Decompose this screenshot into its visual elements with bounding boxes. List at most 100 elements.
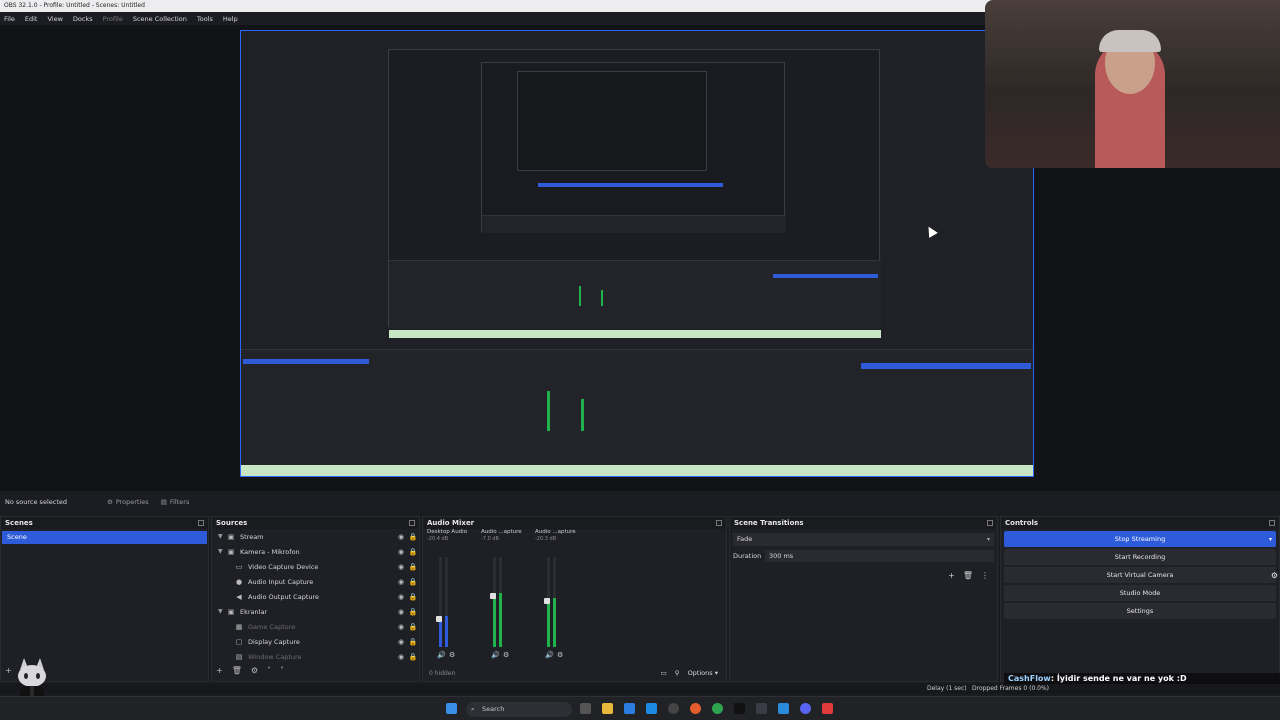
lock-icon[interactable]: 🔒 bbox=[407, 563, 419, 571]
visibility-eye-icon[interactable]: ◉ bbox=[395, 578, 407, 586]
obs-icon[interactable] bbox=[668, 703, 679, 714]
visibility-eye-icon[interactable]: ◉ bbox=[395, 653, 407, 661]
speaker-icon[interactable]: 🔊 bbox=[491, 651, 500, 659]
layout-icon[interactable]: ▭ bbox=[661, 669, 667, 677]
discord-icon[interactable] bbox=[800, 703, 811, 714]
source-row[interactable]: ▼ ▣ Stream ◉ 🔒 bbox=[212, 529, 419, 544]
calculator-icon[interactable] bbox=[624, 703, 635, 714]
visibility-eye-icon[interactable]: ◉ bbox=[395, 563, 407, 571]
volume-fader[interactable] bbox=[490, 593, 496, 599]
menu-docks[interactable]: Docks bbox=[73, 15, 93, 23]
lock-icon[interactable]: 🔒 bbox=[407, 578, 419, 586]
task-view-icon[interactable] bbox=[580, 703, 591, 714]
source-row[interactable]: ▦ Game Capture ◉ 🔒 bbox=[212, 619, 419, 634]
undock-icon[interactable] bbox=[987, 520, 993, 526]
undock-icon[interactable] bbox=[1269, 520, 1275, 526]
volume-fader[interactable] bbox=[544, 597, 550, 604]
menu-edit[interactable]: Edit bbox=[25, 15, 38, 23]
preview-canvas[interactable] bbox=[240, 30, 1034, 477]
menu-view[interactable]: View bbox=[47, 15, 62, 23]
properties-button[interactable]: ⚙ Properties bbox=[107, 498, 149, 506]
gear-icon[interactable]: ⚙ bbox=[1271, 571, 1278, 580]
source-row[interactable]: ● Audio Input Capture ◉ 🔒 bbox=[212, 574, 419, 589]
app-icon[interactable] bbox=[756, 703, 767, 714]
mixer-channel-name[interactable]: Desktop Audio bbox=[427, 529, 481, 535]
windows-start-icon[interactable] bbox=[446, 703, 457, 714]
mixer-channel-name[interactable]: Audio ...apture bbox=[481, 529, 535, 535]
expand-chevron-icon[interactable]: ▼ bbox=[218, 533, 226, 540]
source-row[interactable]: ◀ Audio Output Capture ◉ 🔒 bbox=[212, 589, 419, 604]
visibility-eye-icon[interactable]: ◉ bbox=[395, 608, 407, 616]
scene-item[interactable]: Scene bbox=[2, 531, 207, 544]
capcut-icon[interactable] bbox=[734, 703, 745, 714]
chevron-down-icon[interactable]: ˅ bbox=[280, 666, 284, 675]
firefox-icon[interactable] bbox=[690, 703, 701, 714]
source-row[interactable]: ▼ ▣ Kamera - Mikrofon ◉ 🔒 bbox=[212, 544, 419, 559]
settings-button[interactable]: Settings bbox=[1004, 603, 1276, 619]
edge-icon[interactable] bbox=[646, 703, 657, 714]
more-icon[interactable]: ⋮ bbox=[981, 571, 989, 580]
source-row[interactable]: ▤ Window Capture ◉ 🔒 bbox=[212, 649, 419, 664]
start-virtual-camera-button[interactable]: Start Virtual Camera ⚙ bbox=[1004, 567, 1278, 583]
lock-icon[interactable]: 🔒 bbox=[407, 608, 419, 616]
visibility-eye-icon[interactable]: ◉ bbox=[395, 638, 407, 646]
file-explorer-icon[interactable] bbox=[602, 703, 613, 714]
folder-icon: ▣ bbox=[227, 532, 235, 541]
gear-icon[interactable]: ⚙ bbox=[449, 651, 455, 659]
gear-icon[interactable]: ⚙ bbox=[251, 666, 258, 675]
add-icon[interactable]: + bbox=[5, 666, 12, 675]
youtube-icon[interactable] bbox=[822, 703, 833, 714]
add-icon[interactable]: + bbox=[216, 666, 223, 675]
transition-toolbar: + 🗑 ⋮ bbox=[948, 571, 989, 580]
lock-icon[interactable]: 🔒 bbox=[407, 548, 419, 556]
start-recording-button[interactable]: Start Recording bbox=[1004, 549, 1276, 565]
menu-tools[interactable]: Tools bbox=[197, 15, 213, 23]
gear-icon[interactable]: ⚙ bbox=[557, 651, 563, 659]
trash-icon[interactable]: 🗑 bbox=[963, 571, 973, 580]
chrome-icon[interactable] bbox=[712, 703, 723, 714]
no-source-label: No source selected bbox=[5, 498, 67, 506]
stop-streaming-button[interactable]: Stop Streaming ▾ bbox=[1004, 531, 1276, 547]
preview-meter-a bbox=[547, 391, 550, 431]
speaker-icon[interactable]: 🔊 bbox=[545, 651, 554, 659]
menu-scene-collection[interactable]: Scene Collection bbox=[133, 15, 187, 23]
source-row[interactable]: ▢ Display Capture ◉ 🔒 bbox=[212, 634, 419, 649]
source-row[interactable]: ▭ Video Capture Device ◉ 🔒 bbox=[212, 559, 419, 574]
volume-meter-fill bbox=[547, 597, 550, 647]
link-icon[interactable]: ⚲ bbox=[675, 669, 680, 677]
menu-profile[interactable]: Profile bbox=[103, 15, 123, 23]
expand-chevron-icon[interactable]: ▼ bbox=[218, 608, 226, 615]
volume-fader[interactable] bbox=[436, 615, 442, 622]
mixer-channel-name[interactable]: Audio ...apture bbox=[535, 529, 589, 535]
duration-input[interactable]: 300 ms bbox=[765, 550, 994, 562]
speaker-icon[interactable]: 🔊 bbox=[437, 651, 446, 659]
gear-icon[interactable]: ⚙ bbox=[503, 651, 509, 659]
source-row[interactable]: ▼ ▣ Ekranlar ◉ 🔒 bbox=[212, 604, 419, 619]
undock-icon[interactable] bbox=[409, 520, 415, 526]
visibility-eye-icon[interactable]: ◉ bbox=[395, 533, 407, 541]
lock-icon[interactable]: 🔒 bbox=[407, 533, 419, 541]
filters-button[interactable]: ▤ Filters bbox=[161, 498, 190, 506]
steam-icon[interactable] bbox=[778, 703, 789, 714]
visibility-eye-icon[interactable]: ◉ bbox=[395, 623, 407, 631]
studio-mode-button[interactable]: Studio Mode bbox=[1004, 585, 1276, 601]
transition-select[interactable]: Fade ▾ bbox=[733, 533, 994, 546]
expand-chevron-icon[interactable]: ▼ bbox=[218, 548, 226, 555]
lock-icon[interactable]: 🔒 bbox=[407, 593, 419, 601]
taskbar-search[interactable]: ⌕ Search bbox=[466, 702, 572, 717]
mixer-options-button[interactable]: Options ▾ bbox=[688, 669, 718, 677]
undock-icon[interactable] bbox=[198, 520, 204, 526]
chevron-down-icon[interactable]: ▾ bbox=[1269, 536, 1272, 543]
visibility-eye-icon[interactable]: ◉ bbox=[395, 548, 407, 556]
lock-icon[interactable]: 🔒 bbox=[407, 638, 419, 646]
visibility-eye-icon[interactable]: ◉ bbox=[395, 593, 407, 601]
undock-icon[interactable] bbox=[716, 520, 722, 526]
trash-icon[interactable]: 🗑 bbox=[232, 666, 242, 675]
add-icon[interactable]: + bbox=[948, 571, 955, 580]
chevron-up-icon[interactable]: ˄ bbox=[267, 666, 271, 675]
lock-icon[interactable]: 🔒 bbox=[407, 623, 419, 631]
lock-icon[interactable]: 🔒 bbox=[407, 653, 419, 661]
properties-label: Properties bbox=[115, 498, 149, 506]
menu-file[interactable]: File bbox=[4, 15, 15, 23]
menu-help[interactable]: Help bbox=[223, 15, 238, 23]
